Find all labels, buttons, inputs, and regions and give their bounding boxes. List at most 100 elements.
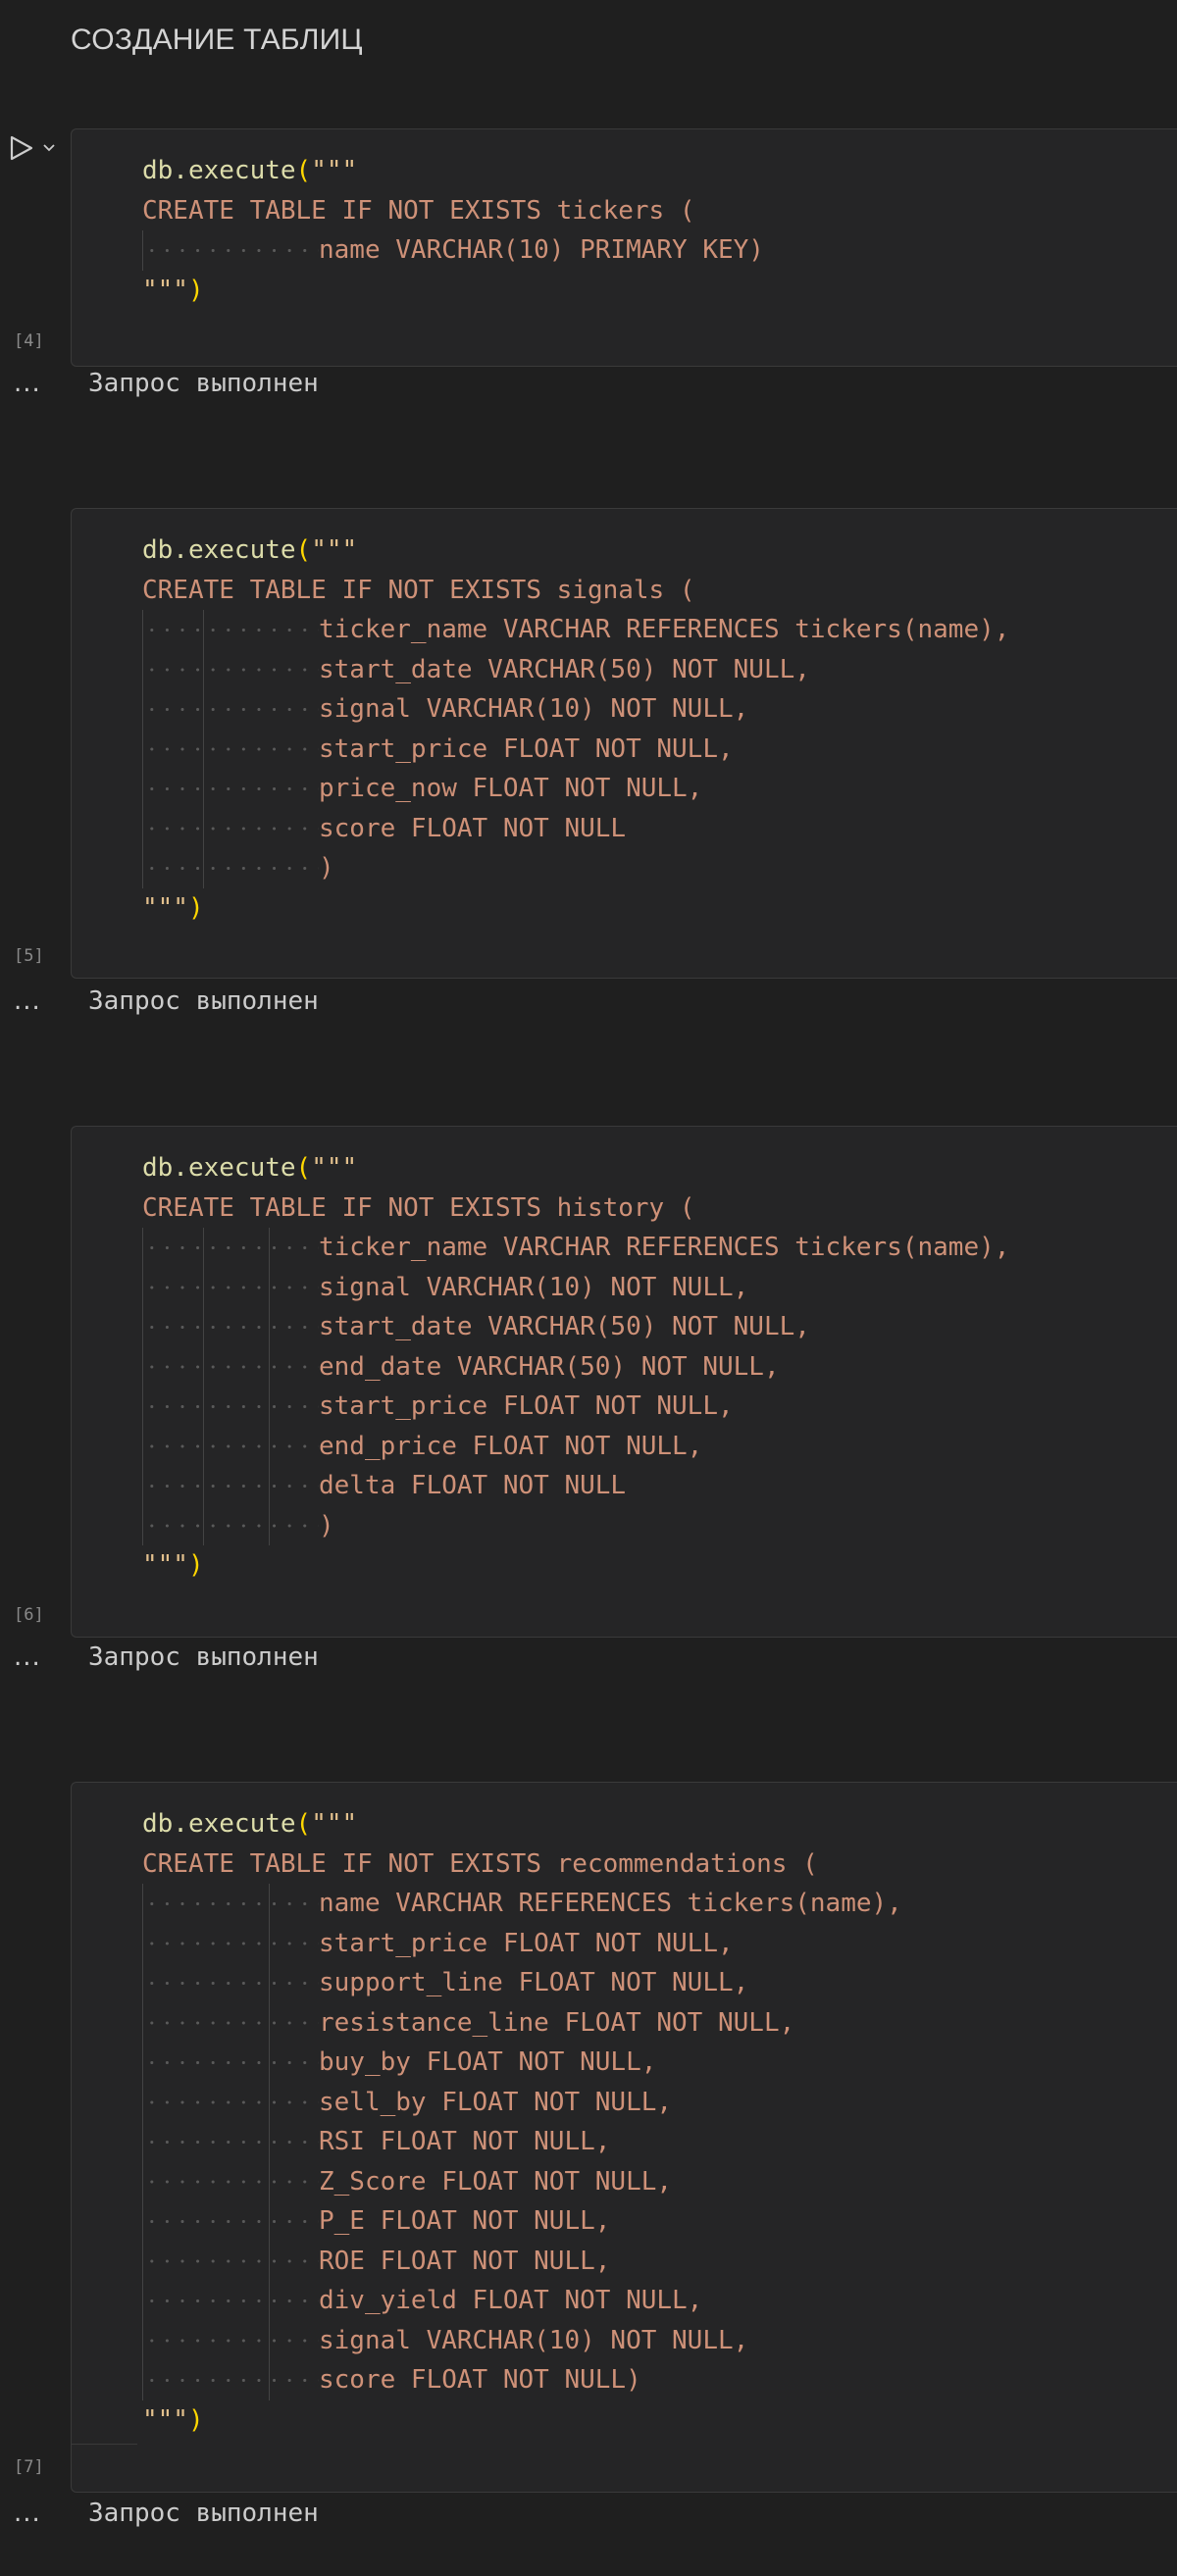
- indent-guide: [142, 808, 319, 848]
- code-line: support_line FLOAT NOT NULL,: [142, 1963, 902, 2003]
- code-editor[interactable]: db.execute(""" CREATE TABLE IF NOT EXISTS…: [142, 151, 764, 310]
- output-text: Запрос выполнен: [88, 1642, 319, 1672]
- code-line: price_now FLOAT NOT NULL,: [142, 769, 1009, 809]
- close-paren: ): [187, 1550, 204, 1580]
- triple-quote: """: [142, 275, 188, 305]
- function-call: db.execute: [142, 535, 296, 565]
- code-line: buy_by FLOAT NOT NULL,: [142, 2043, 902, 2083]
- code-line: start_price FLOAT NOT NULL,: [142, 1387, 1009, 1427]
- indent-guide: [142, 689, 319, 730]
- sql-column-definition: start_price FLOAT NOT NULL,: [319, 1928, 734, 1958]
- indent-guide: [142, 1387, 319, 1427]
- code-line: signal VARCHAR(10) NOT NULL,: [142, 2320, 902, 2360]
- code-line: score FLOAT NOT NULL): [142, 2360, 902, 2400]
- sql-column-definition: signal VARCHAR(10) NOT NULL,: [319, 2325, 749, 2355]
- code-line: P_E FLOAT NOT NULL,: [142, 2201, 902, 2242]
- close-paren: ): [187, 2404, 204, 2435]
- indent-guide: [142, 2320, 319, 2360]
- sql-column-definition: score FLOAT NOT NULL): [319, 2365, 641, 2395]
- chevron-down-icon[interactable]: [41, 140, 57, 156]
- code-line: score FLOAT NOT NULL: [142, 808, 1009, 848]
- code-line: resistance_line FLOAT NOT NULL,: [142, 2002, 902, 2043]
- code-line: CREATE TABLE IF NOT EXISTS history (: [142, 1188, 1009, 1229]
- sql-column-definition: start_price FLOAT NOT NULL,: [319, 733, 734, 764]
- sql-column-definition: support_line FLOAT NOT NULL,: [319, 1968, 749, 1997]
- sql-column-definition: signal VARCHAR(10) NOT NULL,: [319, 1272, 749, 1302]
- open-paren: (: [295, 1153, 312, 1183]
- code-line: ): [142, 1505, 1009, 1545]
- sql-column-definition: resistance_line FLOAT NOT NULL,: [319, 2007, 795, 2038]
- sql-column-definition: score FLOAT NOT NULL: [319, 813, 627, 843]
- code-line: signal VARCHAR(10) NOT NULL,: [142, 689, 1009, 730]
- code-line: db.execute(""": [142, 151, 764, 191]
- cell-output: ... Запрос выполнен: [0, 1638, 1177, 1677]
- indent-guide: [142, 1307, 319, 1347]
- sql-column-definition: buy_by FLOAT NOT NULL,: [319, 2047, 657, 2077]
- code-editor[interactable]: db.execute(""" CREATE TABLE IF NOT EXISTS…: [142, 1148, 1009, 1586]
- code-line: start_date VARCHAR(50) NOT NULL,: [142, 649, 1009, 689]
- sql-column-definition: name VARCHAR REFERENCES tickers(name),: [319, 1889, 902, 1918]
- sql-column-definition: RSI FLOAT NOT NULL,: [319, 2127, 611, 2156]
- code-line: end_price FLOAT NOT NULL,: [142, 1426, 1009, 1466]
- sql-column-definition: signal VARCHAR(10) NOT NULL,: [319, 694, 749, 724]
- cell-output: ... Запрос выполнен: [0, 364, 1177, 403]
- triple-quote: """: [311, 1809, 358, 1839]
- code-line: delta FLOAT NOT NULL: [142, 1466, 1009, 1506]
- code-cell[interactable]: db.execute(""" CREATE TABLE IF NOT EXISTS…: [71, 508, 1177, 979]
- triple-quote: """: [311, 1153, 358, 1183]
- indent-guide: [142, 1346, 319, 1387]
- sql-create-statement: CREATE TABLE IF NOT EXISTS history (: [142, 1192, 695, 1223]
- code-line: ROE FLOAT NOT NULL,: [142, 2241, 902, 2281]
- output-text: Запрос выполнен: [88, 369, 319, 398]
- sql-create-statement: CREATE TABLE IF NOT EXISTS tickers (: [142, 195, 695, 226]
- output-menu-icon[interactable]: ...: [14, 369, 41, 398]
- sql-column-definition: start_date VARCHAR(50) NOT NULL,: [319, 654, 810, 684]
- indent-guide: [142, 2161, 319, 2201]
- code-line: """): [142, 888, 1009, 929]
- execution-count: [6]: [14, 1605, 44, 1625]
- play-icon[interactable]: [6, 133, 35, 163]
- sql-column-definition: delta FLOAT NOT NULL: [319, 1471, 627, 1500]
- indent-guide: [142, 2043, 319, 2083]
- code-line: CREATE TABLE IF NOT EXISTS recommendatio…: [142, 1844, 902, 1885]
- code-editor[interactable]: db.execute(""" CREATE TABLE IF NOT EXISTS…: [142, 1804, 902, 2440]
- output-menu-icon[interactable]: ...: [14, 1642, 41, 1672]
- indent-guide: [142, 1923, 319, 1963]
- sql-create-statement: CREATE TABLE IF NOT EXISTS recommendatio…: [142, 1848, 818, 1879]
- indent-guide: [142, 2281, 319, 2321]
- cell-run-controls[interactable]: [6, 133, 57, 163]
- indent-guide: [142, 1884, 319, 1924]
- output-menu-icon[interactable]: ...: [14, 986, 41, 1016]
- indent-guide: [142, 1267, 319, 1307]
- code-editor[interactable]: db.execute(""" CREATE TABLE IF NOT EXISTS…: [142, 530, 1009, 928]
- sql-column-definition: start_date VARCHAR(50) NOT NULL,: [319, 1312, 810, 1341]
- execution-count: [7]: [14, 2457, 44, 2477]
- open-paren: (: [295, 535, 312, 565]
- cell-output: ... Запрос выполнен: [0, 2494, 1177, 2533]
- code-line: name VARCHAR(10) PRIMARY KEY): [142, 230, 764, 271]
- sql-column-definition: end_price FLOAT NOT NULL,: [319, 1431, 703, 1461]
- execution-count: [4]: [14, 331, 44, 351]
- sql-column-definition: ): [319, 853, 334, 883]
- indent-guide: [142, 649, 319, 689]
- execution-count: [5]: [14, 946, 44, 966]
- code-cell[interactable]: db.execute(""" CREATE TABLE IF NOT EXISTS…: [71, 1782, 1177, 2493]
- triple-quote: """: [142, 2404, 188, 2435]
- code-line: Z_Score FLOAT NOT NULL,: [142, 2161, 902, 2201]
- sql-column-definition: ticker_name VARCHAR REFERENCES tickers(n…: [319, 615, 1010, 644]
- code-line: ): [142, 848, 1009, 888]
- function-call: db.execute: [142, 1153, 296, 1183]
- code-line: signal VARCHAR(10) NOT NULL,: [142, 1267, 1009, 1307]
- code-line: name VARCHAR REFERENCES tickers(name),: [142, 1884, 902, 1924]
- code-line: div_yield FLOAT NOT NULL,: [142, 2281, 902, 2321]
- code-cell[interactable]: db.execute(""" CREATE TABLE IF NOT EXISTS…: [71, 128, 1177, 367]
- indent-guide: [142, 610, 319, 650]
- code-cell[interactable]: db.execute(""" CREATE TABLE IF NOT EXISTS…: [71, 1126, 1177, 1638]
- output-menu-icon[interactable]: ...: [14, 2499, 41, 2528]
- cell-divider: [71, 2444, 137, 2445]
- markdown-heading: СОЗДАНИЕ ТАБЛИЦ: [71, 24, 363, 56]
- code-line: ticker_name VARCHAR REFERENCES tickers(n…: [142, 1228, 1009, 1268]
- indent-guide: [142, 1426, 319, 1466]
- code-line: end_date VARCHAR(50) NOT NULL,: [142, 1346, 1009, 1387]
- indent-guide: [142, 2002, 319, 2043]
